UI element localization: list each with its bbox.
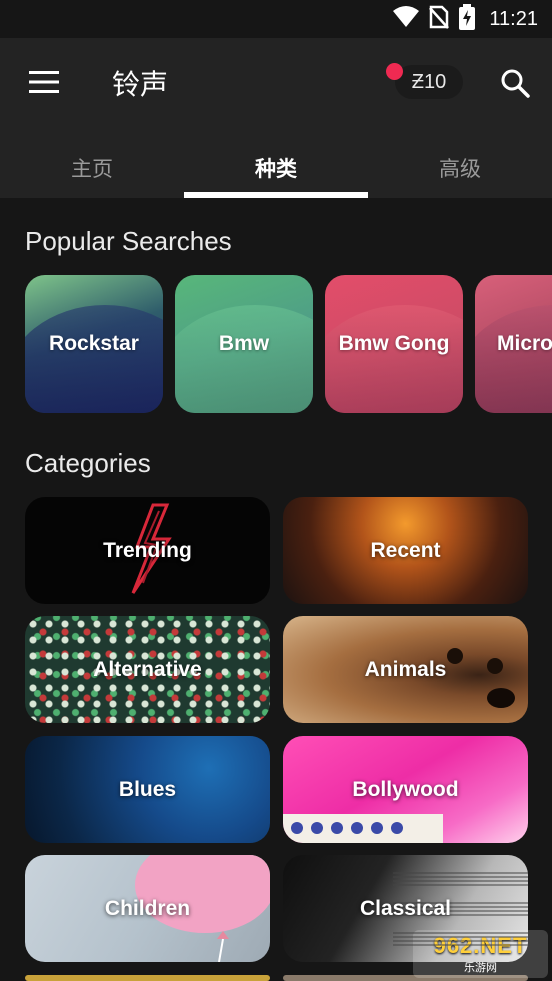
credits-badge[interactable]: Ƶ10 — [386, 63, 463, 99]
card-wave — [475, 305, 552, 413]
card-wave — [325, 305, 463, 413]
fabric-pattern — [283, 814, 443, 843]
popular-card-bmw[interactable]: Bmw — [175, 275, 313, 413]
popular-card-rockstar[interactable]: Rockstar — [25, 275, 163, 413]
dog-face-icon — [447, 648, 515, 708]
popular-card-label: Bmw — [218, 332, 270, 355]
clock: 11:21 — [489, 7, 538, 30]
popular-card-label: Bmw Gong — [338, 332, 450, 355]
tab-premium[interactable]: 高级 — [368, 138, 552, 198]
app-title: 铃声 — [112, 69, 169, 100]
tab-bar: 主页 种类 高级 — [0, 138, 552, 198]
wifi-icon — [393, 5, 420, 33]
category-card-classical[interactable]: Classical — [283, 855, 528, 962]
battery-charging-icon — [459, 3, 476, 35]
hamburger-menu-icon[interactable] — [24, 66, 64, 98]
category-card-blues[interactable]: Blues — [25, 736, 270, 843]
category-label: Alternative — [93, 657, 202, 681]
popular-card-label: Rockstar — [49, 332, 139, 355]
popular-searches-title: Popular Searches — [25, 226, 232, 256]
tab-home[interactable]: 主页 — [0, 138, 184, 198]
category-card-children[interactable]: Children — [25, 855, 270, 962]
category-label: Animals — [364, 657, 447, 681]
search-icon[interactable] — [497, 65, 533, 101]
category-label: Recent — [370, 538, 441, 562]
app-bar: 铃声 Ƶ10 主页 种类 高级 — [0, 38, 552, 198]
popular-card-label: Micro — [497, 332, 552, 355]
popular-searches-list: Rockstar Bmw Bmw Gong Micro — [25, 275, 552, 413]
tab-home-label: 主页 — [71, 158, 113, 181]
no-sim-icon — [429, 5, 450, 34]
notification-dot — [386, 63, 403, 80]
tab-categories[interactable]: 种类 — [184, 138, 368, 198]
category-card-bollywood[interactable]: Bollywood — [283, 736, 528, 843]
categories-title: Categories — [25, 448, 151, 478]
category-label: Blues — [118, 777, 177, 801]
card-wave — [25, 305, 163, 413]
category-label: Trending — [103, 538, 192, 562]
category-label: Bollywood — [352, 777, 459, 801]
category-card-animals[interactable]: Animals — [283, 616, 528, 723]
popular-card-micro[interactable]: Micro — [475, 275, 552, 413]
credits-count: Ƶ10 — [411, 70, 447, 93]
card-wave — [175, 305, 313, 413]
popular-card-bmw-gong[interactable]: Bmw Gong — [325, 275, 463, 413]
status-bar: 11:21 — [0, 0, 552, 38]
category-card-partial[interactable] — [25, 975, 270, 981]
tab-categories-label: 种类 — [255, 158, 297, 181]
tab-indicator — [184, 192, 368, 198]
category-card-recent[interactable]: Recent — [283, 497, 528, 604]
category-card-trending[interactable]: Trending — [25, 497, 270, 604]
category-label: Classical — [359, 896, 452, 920]
status-icons: 11:21 — [393, 0, 538, 38]
category-card-alternative[interactable]: Alternative — [25, 616, 270, 723]
tab-premium-label: 高级 — [439, 158, 481, 181]
category-label: Children — [104, 896, 191, 920]
